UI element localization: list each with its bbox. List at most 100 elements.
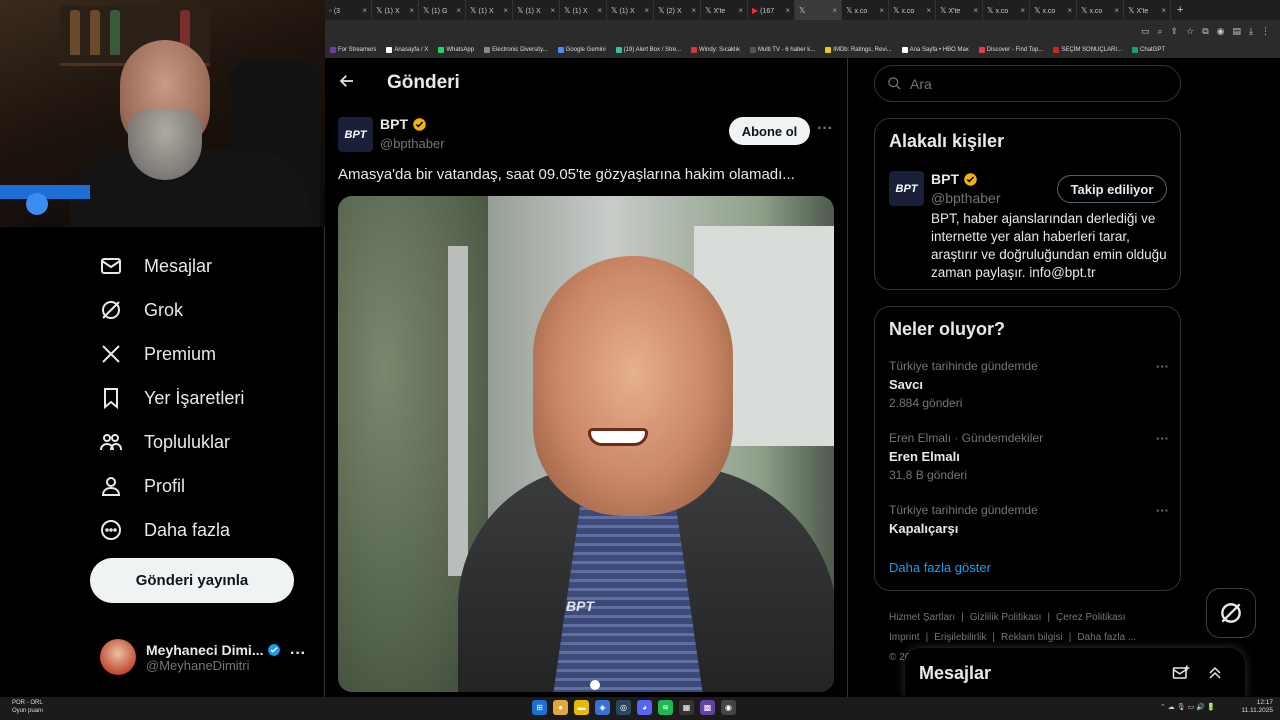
browser-tab[interactable]: ◦ (3 ×	[325, 0, 372, 20]
trend-more-icon[interactable]: ···	[1156, 431, 1169, 446]
browser-tab[interactable]: 𝕏 (1) X ×	[513, 0, 560, 20]
close-tab-icon[interactable]: ×	[503, 6, 508, 15]
footer-link[interactable]: Reklam bilgisi	[1001, 632, 1063, 643]
related-avatar[interactable]: BPT	[889, 171, 924, 206]
trend-more-icon[interactable]: ···	[1156, 359, 1169, 374]
close-tab-icon[interactable]: ×	[973, 6, 978, 15]
obs-icon[interactable]: ◉	[721, 700, 736, 715]
windows-start-icon[interactable]: ⊞	[532, 700, 547, 715]
browser-tab[interactable]: 𝕏 (1) X ×	[607, 0, 654, 20]
browser-tab[interactable]: 𝕏x.co ×	[983, 0, 1030, 20]
related-handle[interactable]: @bpthaber	[931, 190, 1000, 206]
close-tab-icon[interactable]: ×	[832, 6, 837, 15]
bookmark-item[interactable]: Windy: Sıcaklık	[691, 47, 740, 53]
bookmark-item[interactable]: (19) Alert Box / Stre...	[615, 47, 681, 53]
nav-item-grok[interactable]: Grok	[98, 297, 183, 323]
post-button[interactable]: Gönderi yayınla	[90, 558, 294, 603]
app-icon[interactable]: ◈	[595, 700, 610, 715]
star-icon[interactable]: ☆	[1186, 26, 1194, 37]
close-tab-icon[interactable]: ×	[1020, 6, 1025, 15]
browser-tab[interactable]: 𝕏 X'te ×	[936, 0, 983, 20]
author-name[interactable]: BPT	[380, 116, 408, 132]
browser-tab[interactable]: ▶ (167 ×	[748, 0, 795, 20]
video-progress-dot[interactable]	[590, 680, 600, 690]
back-arrow-icon[interactable]	[338, 72, 358, 92]
browser-tab[interactable]: 𝕏 (1) G ×	[419, 0, 466, 20]
widget-weather[interactable]: POR - ORL Oyun puanı	[12, 699, 43, 715]
app-icon[interactable]: ▦	[679, 700, 694, 715]
footer-link[interactable]: Imprint	[889, 632, 920, 643]
following-button[interactable]: Takip ediliyor	[1057, 175, 1167, 203]
trend-more-icon[interactable]: ···	[1156, 503, 1169, 518]
browser-tab[interactable]: 𝕏 (1) X ×	[372, 0, 419, 20]
browser-tab[interactable]: 𝕏 X'te ×	[1124, 0, 1171, 20]
close-tab-icon[interactable]: ×	[362, 6, 367, 15]
post-more-icon[interactable]: ···	[817, 120, 833, 138]
nav-item-profile[interactable]: Profil	[98, 473, 185, 499]
nav-item-more[interactable]: Daha fazla	[98, 517, 230, 543]
expand-icon[interactable]	[1205, 663, 1225, 683]
close-tab-icon[interactable]: ×	[1161, 6, 1166, 15]
share-icon[interactable]: ⇪	[1171, 26, 1179, 37]
new-tab-icon[interactable]: +	[1171, 4, 1189, 16]
bookmark-item[interactable]: For Streamers	[330, 47, 376, 53]
close-tab-icon[interactable]: ×	[456, 6, 461, 15]
post-video[interactable]: BPT	[338, 196, 834, 692]
browser-tab[interactable]: 𝕏 (2) X ×	[654, 0, 701, 20]
bookmark-item[interactable]: WhatsApp	[438, 47, 474, 53]
account-switcher[interactable]: Meyhaneci Dimi... @MeyhaneDimitri ···	[100, 635, 310, 679]
close-tab-icon[interactable]: ×	[879, 6, 884, 15]
show-more-link[interactable]: Daha fazla göster	[889, 560, 991, 575]
bookmark-item[interactable]: Multi TV - 6 haber k...	[750, 47, 815, 53]
close-tab-icon[interactable]: ×	[644, 6, 649, 15]
bookmark-item[interactable]: Discover - Find Top...	[978, 47, 1043, 53]
browser-tab[interactable]: 𝕏x.co ×	[1077, 0, 1124, 20]
download-icon[interactable]: ⤓	[1249, 26, 1253, 37]
steam-icon[interactable]: ◎	[616, 700, 631, 715]
close-tab-icon[interactable]: ×	[1114, 6, 1119, 15]
file-explorer-icon[interactable]: ▬	[574, 700, 589, 715]
footer-link[interactable]: Gizlilik Politikası	[970, 612, 1042, 623]
zoom-icon[interactable]: ⌕	[1158, 26, 1163, 37]
bookmark-item[interactable]: Ana Sayfa • HBO Max	[901, 47, 969, 53]
nav-item-bookmarks[interactable]: Yer İşaretleri	[98, 385, 244, 411]
bookmark-item[interactable]: SEÇİM SONUÇLARI...	[1053, 47, 1122, 53]
author-handle[interactable]: @bpthaber	[380, 136, 445, 151]
new-message-icon[interactable]	[1171, 663, 1191, 683]
close-tab-icon[interactable]: ×	[597, 6, 602, 15]
close-tab-icon[interactable]: ×	[550, 6, 555, 15]
nav-item-communities[interactable]: Topluluklar	[98, 429, 230, 455]
footer-link[interactable]: Erişilebilirlik	[934, 632, 986, 643]
profile-icon[interactable]: ◉	[1217, 26, 1225, 37]
browser-tab[interactable]: 𝕏x.co ×	[1030, 0, 1077, 20]
author-avatar[interactable]: BPT	[338, 117, 373, 152]
nav-item-messages[interactable]: Mesajlar	[98, 253, 212, 279]
search-box[interactable]	[874, 65, 1181, 102]
twitch-icon[interactable]: ▩	[700, 700, 715, 715]
messages-drawer[interactable]: Mesajlar	[905, 648, 1245, 698]
browser-tab[interactable]: 𝕏x.co ×	[889, 0, 936, 20]
extensions-icon[interactable]: ⧉	[1202, 26, 1208, 37]
footer-link[interactable]: Daha fazla ...	[1077, 632, 1136, 643]
spotify-icon[interactable]: ≋	[658, 700, 673, 715]
browser-menu-icon[interactable]: ⋮	[1261, 26, 1270, 37]
close-tab-icon[interactable]: ×	[1067, 6, 1072, 15]
browser-tab[interactable]: 𝕏 (1) X ×	[466, 0, 513, 20]
related-name[interactable]: BPT	[931, 171, 959, 187]
trend-item[interactable]: Türkiye tarihinde gündemde Kapalıçarşı ·…	[889, 503, 1169, 536]
footer-link[interactable]: Hizmet Şartları	[889, 612, 955, 623]
bookmark-item[interactable]: Google Gemini	[557, 47, 606, 53]
close-tab-icon[interactable]: ×	[409, 6, 414, 15]
browser-tab[interactable]: 𝕏 (1) X ×	[560, 0, 607, 20]
browser-tab[interactable]: 𝕏 X'te ×	[701, 0, 748, 20]
bookmark-item[interactable]: ChatGPT	[1132, 47, 1165, 53]
system-tray[interactable]: ⌃ ☁ 🎙 ▭ 🔊 🔋	[1160, 703, 1216, 711]
grok-fab-button[interactable]	[1206, 588, 1256, 638]
close-tab-icon[interactable]: ×	[926, 6, 931, 15]
trend-item[interactable]: Eren Elmalı · Gündemdekiler Eren Elmalı …	[889, 431, 1169, 482]
close-tab-icon[interactable]: ×	[785, 6, 790, 15]
chrome-icon[interactable]: ●	[553, 700, 568, 715]
close-tab-icon[interactable]: ×	[691, 6, 696, 15]
search-input[interactable]	[910, 75, 1150, 92]
trend-item[interactable]: Türkiye tarihinde gündemde Savcı 2.884 g…	[889, 359, 1169, 410]
